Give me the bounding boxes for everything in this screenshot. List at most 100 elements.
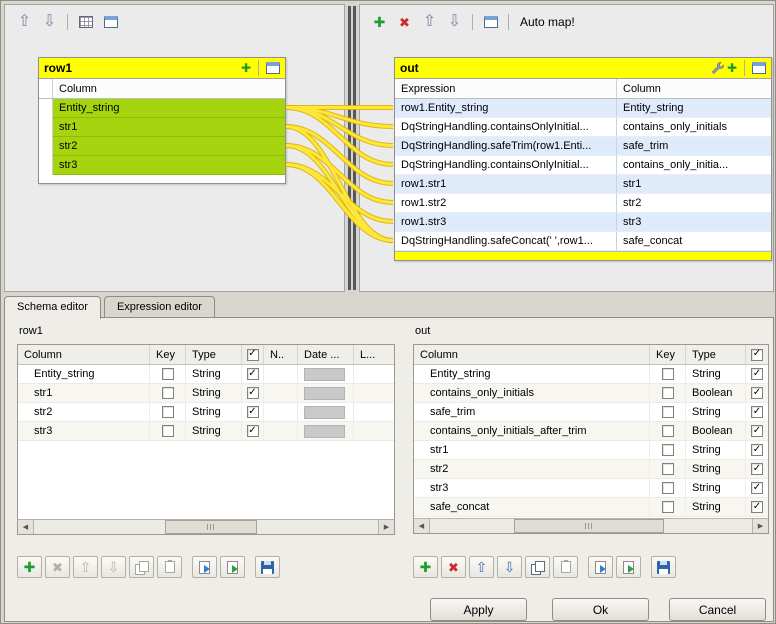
schema-row[interactable]: safe_concat String <box>414 498 768 517</box>
input-column-name[interactable]: str3 <box>53 156 285 175</box>
nullable-checkbox[interactable] <box>751 406 763 418</box>
schema-row[interactable]: str3 String <box>414 479 768 498</box>
header-key[interactable]: Key <box>650 345 686 364</box>
header-column[interactable]: Column <box>18 345 150 364</box>
nullable-checkbox[interactable] <box>247 387 259 399</box>
expression-cell[interactable]: row1.str3 <box>395 213 617 231</box>
type-cell[interactable]: String <box>186 422 242 440</box>
remove-column-button[interactable]: ✖ <box>45 556 70 578</box>
minimize-tables-button[interactable] <box>479 11 502 34</box>
type-cell[interactable]: String <box>686 479 746 497</box>
output-row[interactable]: DqStringHandling.safeConcat(' ',row1...s… <box>395 232 771 251</box>
length-cell[interactable] <box>354 422 394 440</box>
scrollbar-thumb[interactable] <box>514 519 664 533</box>
nullable-checkbox[interactable] <box>247 425 259 437</box>
input-column-name[interactable]: str2 <box>53 137 285 156</box>
header-nullable[interactable]: N.. <box>264 345 298 364</box>
paste-button[interactable] <box>157 556 182 578</box>
move-down-button[interactable]: ⇩ <box>497 556 522 578</box>
add-column-button[interactable]: ✚ <box>413 556 438 578</box>
nullable-cell[interactable] <box>242 403 264 421</box>
nullable-checkbox[interactable] <box>751 444 763 456</box>
header-column[interactable]: Column <box>414 345 650 364</box>
length-cell[interactable] <box>354 365 394 383</box>
panel-splitter[interactable] <box>346 4 358 292</box>
column-name-cell[interactable]: str2 <box>414 460 650 478</box>
schema-row[interactable]: contains_only_initials_after_trim Boolea… <box>414 422 768 441</box>
key-checkbox[interactable] <box>662 368 674 380</box>
key-checkbox[interactable] <box>162 406 174 418</box>
minimize-tables-button[interactable] <box>99 11 122 34</box>
type-cell[interactable]: String <box>686 441 746 459</box>
nullable-cell[interactable] <box>746 403 768 421</box>
type-cell[interactable]: Boolean <box>686 384 746 402</box>
scroll-right-button[interactable]: ▶ <box>378 520 394 534</box>
output-row[interactable]: DqStringHandling.containsOnlyInitial...c… <box>395 156 771 175</box>
nullable-checkbox[interactable] <box>751 387 763 399</box>
nullable-cell[interactable] <box>242 384 264 402</box>
schema-row[interactable]: safe_trim String <box>414 403 768 422</box>
output-table-out[interactable]: out ✚ Expression Column row1.Entity_stri… <box>394 57 772 261</box>
nullable-cell[interactable] <box>746 422 768 440</box>
schema-row[interactable]: Entity_string String <box>18 365 394 384</box>
type-cell[interactable]: String <box>686 403 746 421</box>
key-cell[interactable] <box>650 460 686 478</box>
column-cell[interactable]: contains_only_initia... <box>617 156 771 174</box>
auto-map-button[interactable]: Auto map! <box>515 15 580 29</box>
save-schema-button[interactable] <box>651 556 676 578</box>
type-cell[interactable]: String <box>186 403 242 421</box>
column-name-cell[interactable]: str1 <box>18 384 150 402</box>
column-name-cell[interactable]: safe_trim <box>414 403 650 421</box>
header-nullable-checkbox[interactable] <box>746 345 768 364</box>
nullable-checkbox[interactable] <box>751 425 763 437</box>
schema-row[interactable]: str1 String <box>414 441 768 460</box>
nullable-cell[interactable] <box>746 498 768 516</box>
nullable-cell[interactable] <box>242 422 264 440</box>
remove-column-button[interactable]: ✖ <box>441 556 466 578</box>
header-type[interactable]: Type <box>686 345 746 364</box>
header-key[interactable]: Key <box>150 345 186 364</box>
wrench-icon[interactable] <box>710 61 724 75</box>
ok-button[interactable]: Ok <box>552 598 649 621</box>
type-cell[interactable]: String <box>186 384 242 402</box>
key-cell[interactable] <box>650 498 686 516</box>
scroll-left-button[interactable]: ◀ <box>18 520 34 534</box>
key-cell[interactable] <box>650 479 686 497</box>
nullable-cell[interactable] <box>242 365 264 383</box>
tab-expression-editor[interactable]: Expression editor <box>104 296 215 317</box>
schema-row[interactable]: contains_only_initials Boolean <box>414 384 768 403</box>
paste-button[interactable] <box>553 556 578 578</box>
add-column-button[interactable]: ✚ <box>17 556 42 578</box>
cancel-button[interactable]: Cancel <box>669 598 766 621</box>
nullable-opt-cell[interactable] <box>264 365 298 383</box>
length-cell[interactable] <box>354 403 394 421</box>
nullable-cell[interactable] <box>746 384 768 402</box>
nullable-checkbox[interactable] <box>751 501 763 513</box>
output-row[interactable]: row1.Entity_stringEntity_string <box>395 99 771 118</box>
input-row[interactable]: str3 <box>39 156 285 175</box>
type-cell[interactable]: Boolean <box>686 422 746 440</box>
right-schema-hscrollbar[interactable]: ◀ ▶ <box>414 518 768 533</box>
type-cell[interactable]: String <box>186 365 242 383</box>
export-schema-button[interactable] <box>220 556 245 578</box>
column-cell[interactable]: safe_concat <box>617 232 771 250</box>
column-cell[interactable]: str2 <box>617 194 771 212</box>
input-row[interactable]: str1 <box>39 118 285 137</box>
schema-row[interactable]: Entity_string String <box>414 365 768 384</box>
input-row[interactable]: Entity_string <box>39 99 285 118</box>
nullable-cell[interactable] <box>746 365 768 383</box>
nullable-cell[interactable] <box>746 479 768 497</box>
key-checkbox[interactable] <box>662 463 674 475</box>
input-row[interactable]: str2 <box>39 137 285 156</box>
copy-button[interactable] <box>525 556 550 578</box>
input-table-row1[interactable]: row1 ✚ Column Entity_string str1 str2 st… <box>38 57 286 184</box>
expression-cell[interactable]: row1.str1 <box>395 175 617 193</box>
header-length[interactable]: L... <box>354 345 394 364</box>
scrollbar-thumb[interactable] <box>165 520 257 534</box>
input-table-titlebar[interactable]: row1 ✚ <box>39 58 285 79</box>
nullable-opt-cell[interactable] <box>264 403 298 421</box>
output-row[interactable]: DqStringHandling.containsOnlyInitial...c… <box>395 118 771 137</box>
key-checkbox[interactable] <box>162 387 174 399</box>
type-cell[interactable]: String <box>686 460 746 478</box>
column-name-cell[interactable]: Entity_string <box>18 365 150 383</box>
